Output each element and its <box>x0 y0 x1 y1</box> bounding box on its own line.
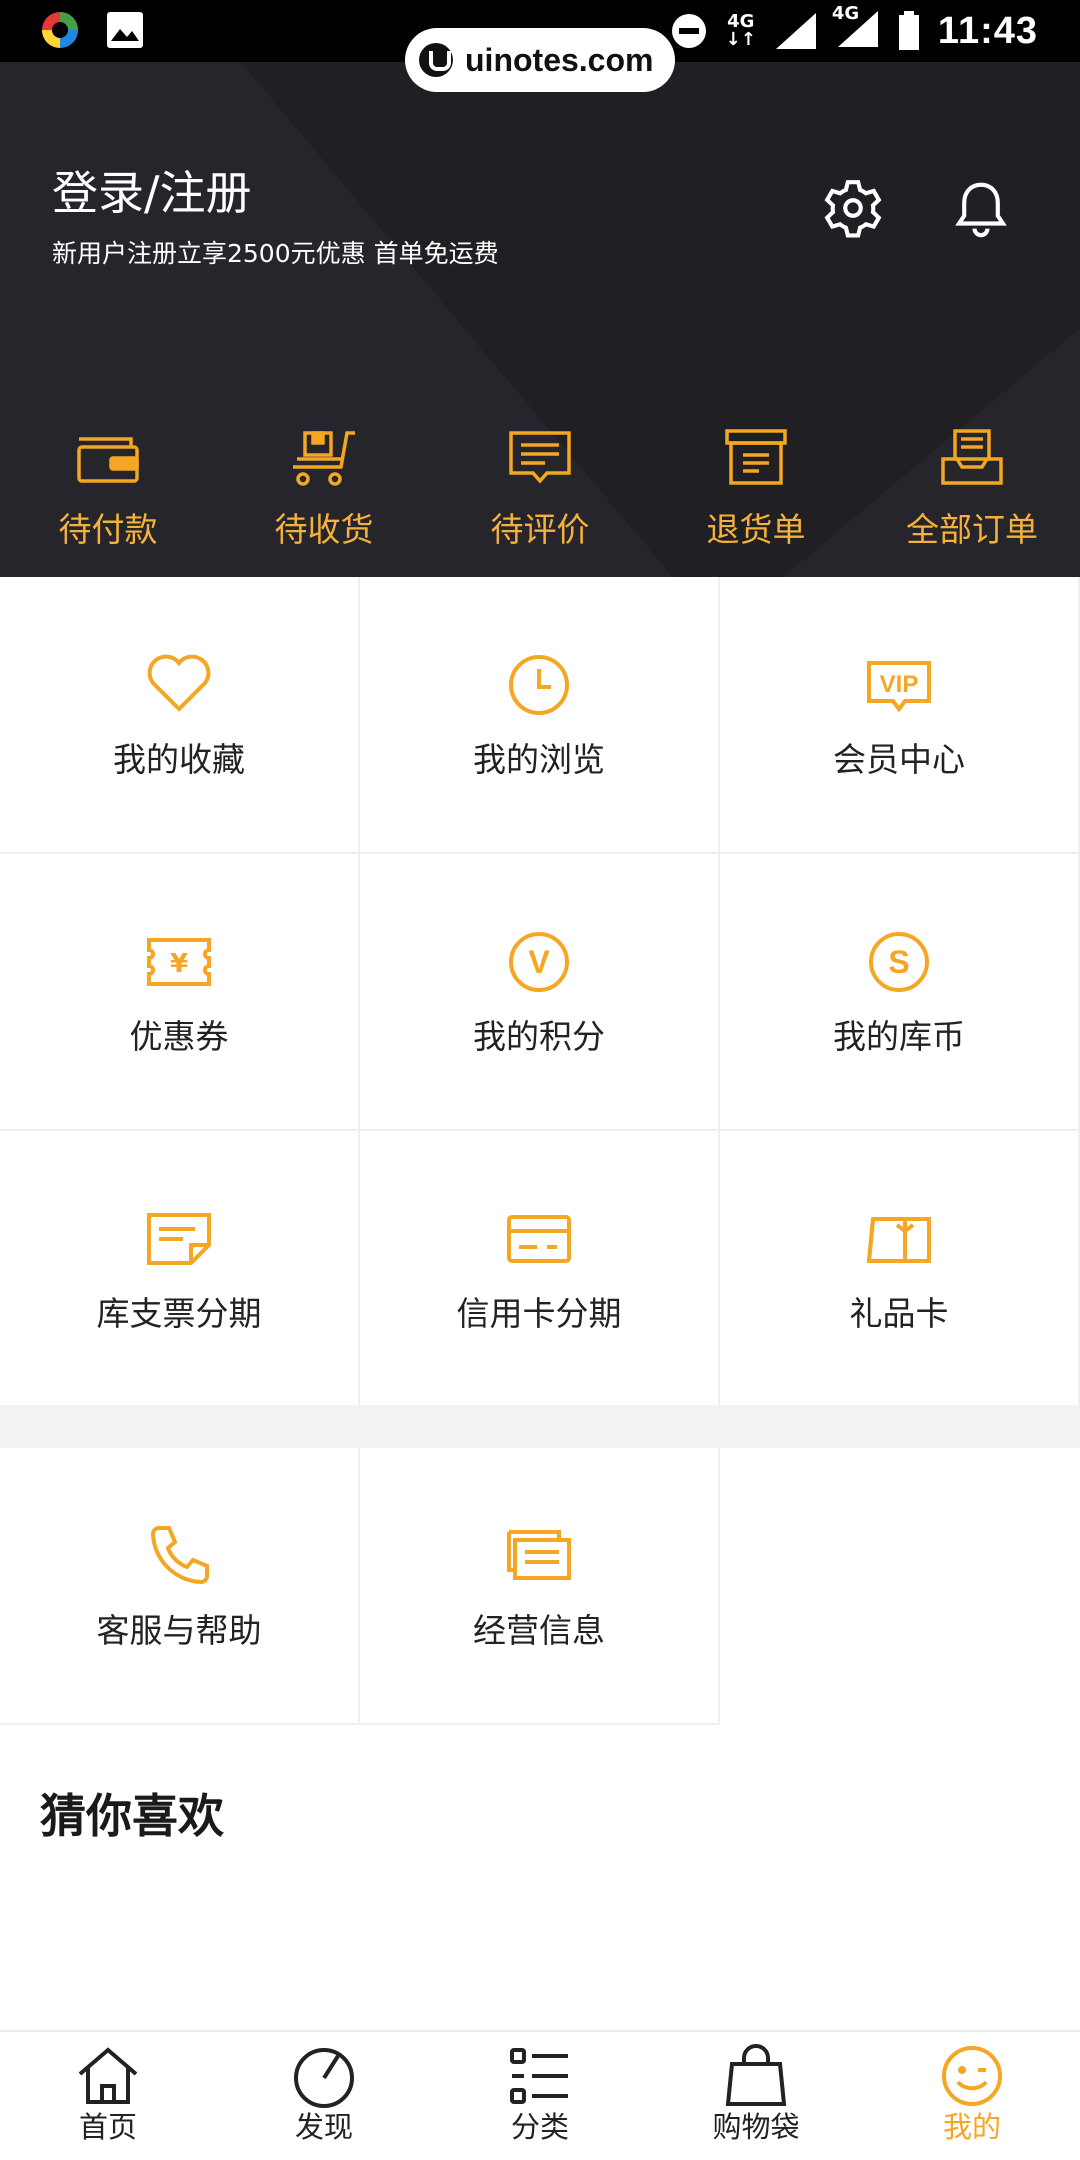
coupons-button[interactable]: ¥ 优惠券 <box>0 854 360 1131</box>
nav-label: 我的 <box>942 2110 1001 2144</box>
my-points-button[interactable]: V 我的积分 <box>360 854 720 1131</box>
order-label: 待收货 <box>274 510 374 549</box>
heart-icon <box>147 654 211 712</box>
order-all[interactable]: 全部订单 <box>864 427 1080 577</box>
my-coins-button[interactable]: S 我的库币 <box>720 854 1080 1131</box>
watermark-text: uinotes.com <box>465 41 654 78</box>
customer-service-button[interactable]: 客服与帮助 <box>0 1448 360 1725</box>
bag-icon <box>725 2044 787 2106</box>
network-type-label: 4G <box>831 3 860 24</box>
svg-text:V: V <box>528 944 550 980</box>
order-label: 待评价 <box>490 510 590 549</box>
cell-label: 我的收藏 <box>113 739 245 779</box>
svg-text:¥: ¥ <box>170 949 188 979</box>
category-icon <box>510 2048 568 2104</box>
home-icon <box>78 2047 138 2104</box>
data-arrows-icon: 4G ↓↑ <box>725 11 756 50</box>
coupon-icon: ¥ <box>147 937 211 986</box>
order-label: 全部订单 <box>906 510 1038 549</box>
cell-label: 我的库币 <box>833 1016 965 1056</box>
profile-header: 登录/注册 新用户注册立享2500元优惠 首单免运费 待付款 待收货 待评价 退… <box>0 62 1080 577</box>
nav-category[interactable]: 分类 <box>432 2032 648 2160</box>
watermark: uinotes.com <box>405 28 675 92</box>
cart-icon <box>293 431 355 486</box>
nav-home[interactable]: 首页 <box>0 2032 216 2160</box>
phone-icon <box>150 1525 209 1584</box>
cell-label: 优惠券 <box>129 1016 229 1056</box>
order-returns[interactable]: 退货单 <box>648 427 864 577</box>
member-center-button[interactable]: VIP 会员中心 <box>720 577 1080 854</box>
feature-grid: 我的收藏 我的浏览 VIP 会员中心 ¥ 优惠券 V 我的积分 S 我的库币 库… <box>0 577 1080 1408</box>
bottom-navigation: 首页 发现 分类 购物袋 我的 <box>0 2030 1080 2160</box>
credit-card-icon <box>507 1214 571 1263</box>
cell-label: 我的浏览 <box>473 739 605 779</box>
credit-card-installment-button[interactable]: 信用卡分期 <box>360 1131 720 1408</box>
coin-icon: S <box>869 931 929 992</box>
browsing-history-button[interactable]: 我的浏览 <box>360 577 720 854</box>
nav-label: 分类 <box>510 2110 569 2144</box>
cell-label: 客服与帮助 <box>96 1610 262 1650</box>
smile-icon <box>942 2046 1002 2106</box>
nav-label: 购物袋 <box>712 2110 800 2144</box>
promo-subtitle: 新用户注册立享2500元优惠 首单免运费 <box>52 239 499 268</box>
nav-discover[interactable]: 发现 <box>216 2032 432 2160</box>
section-divider <box>0 1405 1080 1448</box>
cell-label: 库支票分期 <box>96 1293 262 1333</box>
clock-time: 11:43 <box>937 9 1038 52</box>
my-favorites-button[interactable]: 我的收藏 <box>0 577 360 854</box>
bell-icon[interactable] <box>950 177 1012 239</box>
settings-icon[interactable] <box>822 177 884 239</box>
login-register-link[interactable]: 登录/注册 <box>52 157 252 223</box>
empty-cell <box>720 1448 1080 1725</box>
business-info-button[interactable]: 经营信息 <box>360 1448 720 1725</box>
order-pending-receipt[interactable]: 待收货 <box>216 427 432 577</box>
check-installment-icon <box>147 1212 211 1265</box>
svg-text:S: S <box>888 944 909 980</box>
return-box-icon <box>725 429 787 485</box>
order-label: 退货单 <box>706 510 806 549</box>
orders-tray-icon <box>941 429 1003 485</box>
svg-text:VIP: VIP <box>880 671 919 698</box>
watermark-logo-icon <box>419 43 453 77</box>
service-grid: 客服与帮助 经营信息 <box>0 1448 1080 1725</box>
battery-icon <box>898 11 919 50</box>
nav-mine[interactable]: 我的 <box>864 2032 1080 2160</box>
cell-label: 经营信息 <box>473 1610 605 1650</box>
wallet-icon <box>77 437 139 483</box>
gift-card-icon <box>866 1216 931 1263</box>
clock-icon <box>509 654 569 715</box>
order-label: 待付款 <box>58 510 158 549</box>
order-pending-review[interactable]: 待评价 <box>432 427 648 577</box>
order-pending-payment[interactable]: 待付款 <box>0 427 216 577</box>
business-docs-icon <box>507 1529 571 1580</box>
discover-icon <box>294 2048 354 2108</box>
cell-label: 信用卡分期 <box>456 1293 622 1333</box>
check-installment-button[interactable]: 库支票分期 <box>0 1131 360 1408</box>
order-status-bar: 待付款 待收货 待评价 退货单 全部订单 <box>0 427 1080 577</box>
comment-icon <box>509 431 571 484</box>
points-icon: V <box>509 931 569 992</box>
do-not-disturb-icon <box>671 14 706 48</box>
cell-label: 礼品卡 <box>849 1293 949 1333</box>
image-icon <box>107 12 143 48</box>
app-logo-icon <box>42 12 78 48</box>
nav-label: 发现 <box>294 2110 353 2144</box>
vip-icon: VIP <box>867 660 931 712</box>
signal-icon <box>775 13 816 49</box>
nav-shopping-bag[interactable]: 购物袋 <box>648 2032 864 2160</box>
nav-label: 首页 <box>78 2110 137 2144</box>
cell-label: 我的积分 <box>473 1016 605 1056</box>
gift-card-button[interactable]: 礼品卡 <box>720 1131 1080 1408</box>
section-title: 猜你喜欢 <box>40 1789 224 1843</box>
cell-label: 会员中心 <box>833 739 965 779</box>
